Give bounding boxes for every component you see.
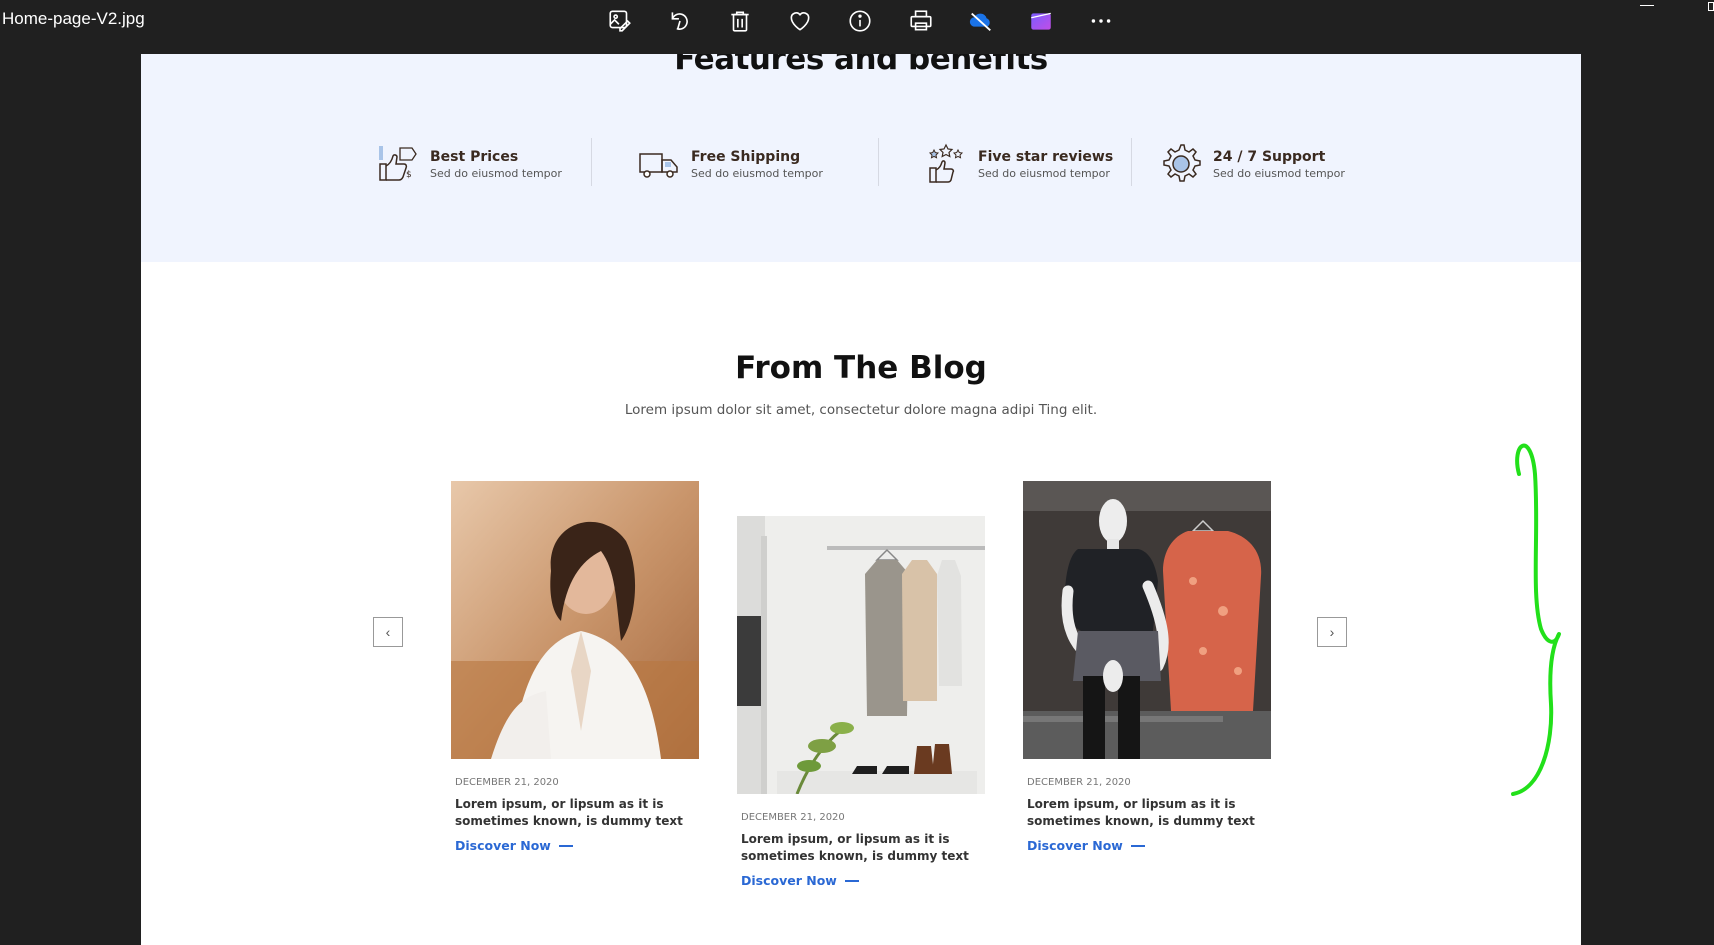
- link-label: Discover Now: [1027, 838, 1123, 853]
- feature-best-prices: $ Best Prices Sed do eiusmod tempor: [376, 140, 562, 188]
- minimize-icon[interactable]: [1640, 5, 1654, 6]
- print-icon[interactable]: [904, 4, 938, 38]
- restore-icon[interactable]: [1708, 2, 1714, 11]
- features-title: Features and benefits: [674, 54, 1048, 77]
- delete-icon[interactable]: [723, 4, 757, 38]
- clipchamp-icon[interactable]: [1024, 4, 1058, 38]
- feature-name: Five star reviews: [978, 148, 1114, 165]
- blog-title: From The Blog: [735, 350, 987, 386]
- dash-icon: [844, 879, 859, 882]
- dash-icon: [558, 844, 573, 847]
- blog-card: DECEMBER 21, 2020 Lorem ipsum, or lipsum…: [451, 481, 699, 855]
- carousel-prev-button[interactable]: ‹: [373, 617, 403, 647]
- edit-image-icon[interactable]: [603, 4, 637, 38]
- onedrive-icon[interactable]: [964, 4, 998, 38]
- price-tag-thumb-icon: $: [379, 146, 417, 181]
- truck-icon: [639, 153, 678, 178]
- discover-now-link[interactable]: Discover Now: [741, 873, 859, 888]
- feature-support: 24 / 7 Support Sed do eiusmod tempor: [1159, 140, 1345, 188]
- link-label: Discover Now: [741, 873, 837, 888]
- image-canvas: Features and benefits $ Best Prices Sed …: [141, 54, 1581, 945]
- blog-image-woman[interactable]: [451, 481, 699, 759]
- blog-date: DECEMBER 21, 2020: [455, 777, 559, 788]
- feature-desc: Sed do eiusmod tempor: [1213, 166, 1345, 180]
- star-rating-icon: [928, 143, 964, 183]
- blog-date: DECEMBER 21, 2020: [741, 812, 845, 823]
- feature-desc: Sed do eiusmod tempor: [691, 166, 823, 180]
- green-annotation-stroke: [1511, 443, 1561, 796]
- feature-five-star-reviews: Five star reviews Sed do eiusmod tempor: [924, 140, 1113, 188]
- discover-now-link[interactable]: Discover Now: [1027, 838, 1145, 853]
- blog-card-title[interactable]: Lorem ipsum, or lipsum as it is sometime…: [455, 796, 701, 830]
- feature-divider: [1131, 138, 1132, 186]
- feature-desc: Sed do eiusmod tempor: [430, 166, 562, 180]
- svg-text:$: $: [406, 170, 412, 180]
- blog-image-mannequin[interactable]: [1023, 481, 1271, 759]
- rotate-icon[interactable]: [663, 4, 697, 38]
- blog-card-title[interactable]: Lorem ipsum, or lipsum as it is sometime…: [741, 831, 987, 865]
- blog-card-title[interactable]: Lorem ipsum, or lipsum as it is sometime…: [1027, 796, 1273, 830]
- feature-free-shipping: Free Shipping Sed do eiusmod tempor: [637, 140, 823, 188]
- discover-now-link[interactable]: Discover Now: [455, 838, 573, 853]
- file-name: Home-page-V2.jpg: [2, 9, 145, 28]
- link-label: Discover Now: [455, 838, 551, 853]
- feature-name: 24 / 7 Support: [1213, 148, 1326, 165]
- feature-desc: Sed do eiusmod tempor: [978, 166, 1110, 180]
- features-section: Features and benefits $ Best Prices Sed …: [141, 54, 1581, 262]
- feature-divider: [591, 138, 592, 186]
- chevron-right-icon: ›: [1329, 624, 1335, 640]
- blog-subtitle: Lorem ipsum dolor sit amet, consectetur …: [624, 402, 1098, 418]
- favorite-icon[interactable]: [783, 4, 817, 38]
- feature-name: Best Prices: [430, 148, 519, 165]
- blog-card: DECEMBER 21, 2020 Lorem ipsum, or lipsum…: [737, 516, 985, 890]
- more-icon[interactable]: [1084, 4, 1118, 38]
- dash-icon: [1130, 844, 1145, 847]
- chevron-left-icon: ‹: [385, 624, 391, 640]
- blog-date: DECEMBER 21, 2020: [1027, 777, 1131, 788]
- feature-name: Free Shipping: [691, 148, 801, 165]
- gear-icon: [1163, 144, 1201, 182]
- blog-image-wardrobe[interactable]: [737, 516, 985, 794]
- carousel-next-button[interactable]: ›: [1317, 617, 1347, 647]
- blog-card: DECEMBER 21, 2020 Lorem ipsum, or lipsum…: [1023, 481, 1271, 855]
- info-icon[interactable]: [843, 4, 877, 38]
- feature-divider: [878, 138, 879, 186]
- viewer-titlebar: Home-page-V2.jpg: [0, 0, 1714, 54]
